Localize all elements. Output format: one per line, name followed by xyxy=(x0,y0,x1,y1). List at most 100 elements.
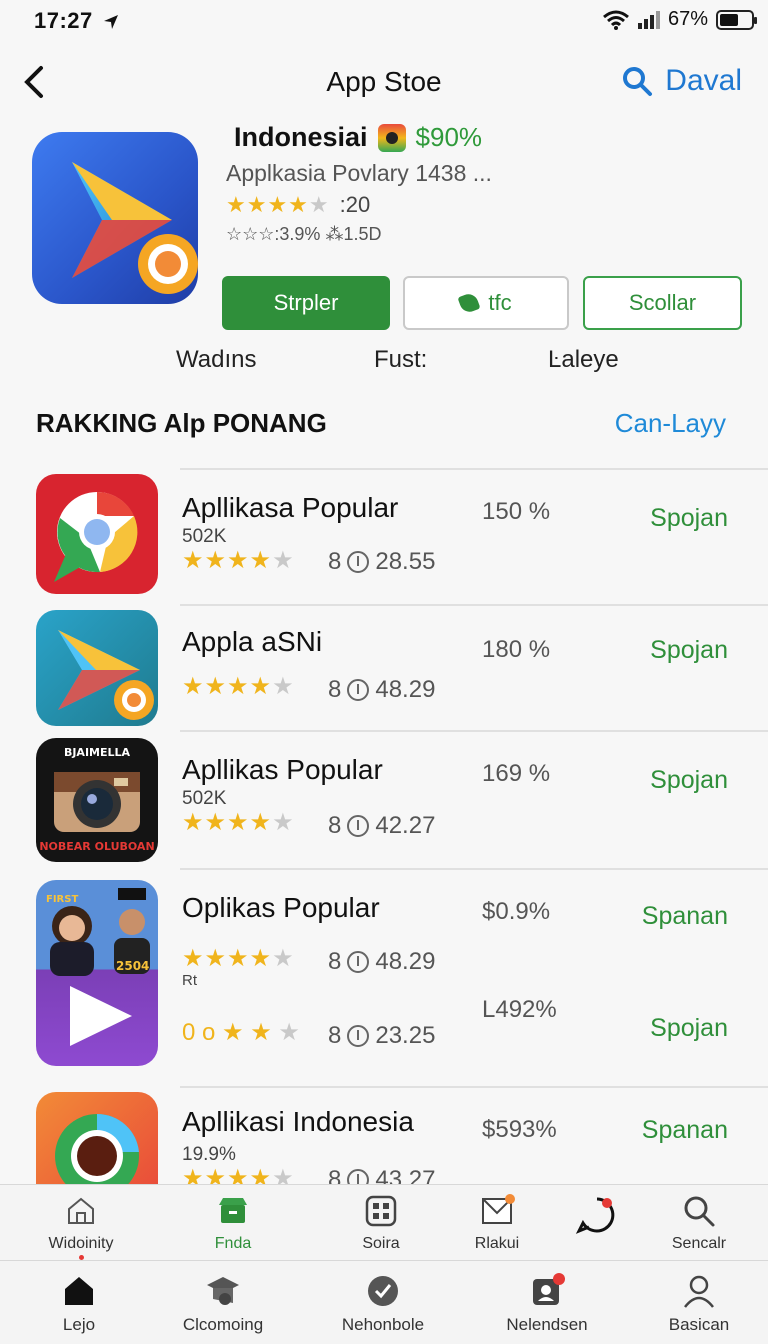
tab-basican[interactable]: Basican xyxy=(634,1273,764,1335)
play-app-icon xyxy=(36,610,158,726)
list-item[interactable]: BJAIMELLA NOBEAR OLUBOAN Apllikas Popular… xyxy=(0,730,768,868)
app-list: Apllikasa Popular 502K ★★★★★ 8 28.55 150 … xyxy=(0,468,768,1184)
signal-icon xyxy=(637,10,660,29)
section-link[interactable]: Can-Layy xyxy=(615,408,726,439)
chrome-app-icon xyxy=(36,1092,158,1184)
clock-icon xyxy=(347,815,370,837)
info-labels: Wadıns Fust: Ŀaleye xyxy=(0,346,768,380)
app-percent: 169 % xyxy=(482,760,551,787)
search-button[interactable]: Daval xyxy=(621,64,742,98)
outline-button[interactable]: Scollar xyxy=(583,276,742,330)
featured-app-meta: ☆☆☆:3.9% ⁂1.5D xyxy=(226,224,382,244)
app-name: Apllikas Popular xyxy=(182,754,383,785)
featured-app-percent: $90% xyxy=(415,122,483,152)
video-app-icon: FIRST 2504 xyxy=(36,880,158,1066)
tab-nelendsen[interactable]: Nelendsen xyxy=(482,1273,612,1335)
status-icons: 67% xyxy=(602,8,757,31)
app-name: Apllikasa Popular xyxy=(182,492,399,523)
location-arrow-icon xyxy=(104,15,119,30)
wifi-icon xyxy=(603,10,629,30)
camera-app-icon: BJAIMELLA NOBEAR OLUBOAN xyxy=(36,738,158,862)
star-rating-icon: ★★★★★ xyxy=(182,547,295,574)
clock-icon xyxy=(347,1025,370,1047)
star-rating-icon: ★★★★★ xyxy=(182,1165,295,1184)
app-score: 8 23.25 xyxy=(328,1022,436,1049)
app-name: Apllikasi Indonesia xyxy=(182,1106,414,1137)
tab-lejo[interactable]: Lejo xyxy=(14,1273,144,1335)
app-score: 8 43.27 xyxy=(328,1166,435,1184)
app-action-button[interactable]: Spojan xyxy=(650,636,728,665)
info-label: Wadıns xyxy=(176,346,257,373)
star-rating-icon: ★★★★★ xyxy=(182,673,295,700)
app-percent: $593% xyxy=(482,1116,557,1143)
icon-caption: NOBEAR OLUBOAN xyxy=(39,840,154,853)
app-score: 8 48.29 xyxy=(328,948,436,975)
traffic-light-icon xyxy=(377,123,406,152)
tab-clcomoing[interactable]: Clcomoing xyxy=(158,1273,288,1335)
list-item[interactable]: Apllikasa Popular 502K ★★★★★ 8 28.55 150 … xyxy=(0,468,768,604)
star-rating-icon: 0 o ★ ★ ★ xyxy=(182,1019,300,1046)
app-action-button[interactable]: Spojan xyxy=(650,766,728,795)
tab-nehonbole[interactable]: Nehonbole xyxy=(318,1273,448,1335)
app-name: Oplikas Popular xyxy=(182,892,380,923)
tab-widoinity[interactable]: Widoinity xyxy=(16,1193,146,1260)
call-button[interactable]: tfc xyxy=(403,276,569,330)
chat-bubble-icon xyxy=(575,1197,615,1234)
app-action-button[interactable]: Spanan xyxy=(642,1116,728,1145)
list-item[interactable]: FIRST 2504 Oplikas Popular ★★★★★ 8 48.29 $… xyxy=(0,868,768,1086)
app-sublabel: Rt xyxy=(182,972,197,989)
tab-soira[interactable]: Soira xyxy=(316,1193,446,1253)
app-name: Appla aSNi xyxy=(182,626,323,657)
verified-badge-icon xyxy=(368,1276,398,1306)
nav-bar: App Stoe Daval xyxy=(0,52,768,114)
tab-sencalr[interactable]: Sencalr xyxy=(634,1193,764,1253)
app-score: 8 28.55 xyxy=(328,548,436,575)
status-bar: 17:27 67% xyxy=(0,0,768,44)
search-icon xyxy=(623,67,653,96)
battery-icon xyxy=(716,9,757,30)
featured-app-rating: ★★★★★ :20 xyxy=(226,192,371,217)
app-downloads: 19.9% xyxy=(182,1144,236,1165)
featured-app-title: Indonesiai $90% xyxy=(234,122,483,152)
app-percent: L492% xyxy=(482,996,557,1023)
secondary-tab-bar: Widoinity Fnda Soira Rlakui Sencalr xyxy=(0,1184,768,1260)
app-action-button[interactable]: Spanan xyxy=(642,902,728,931)
icon-caption: 2504 xyxy=(116,959,149,973)
primary-button[interactable]: Strpler xyxy=(222,276,390,330)
clock-icon xyxy=(347,1169,370,1184)
icon-caption: BJAIMELLA xyxy=(64,746,131,759)
tab-fnda[interactable]: Fnda xyxy=(168,1193,298,1253)
app-percent: 180 % xyxy=(482,636,551,663)
store-icon xyxy=(219,1198,247,1223)
list-item[interactable]: Appla aSNi ★★★★★ 8 48.29 180 % Spojan xyxy=(0,604,768,730)
star-rating-icon: ★★★★★ xyxy=(182,809,295,836)
clock-icon xyxy=(347,679,370,701)
icon-caption: FIRST xyxy=(46,894,78,905)
app-action-button[interactable]: Spojan xyxy=(650,504,728,533)
battery-percent: 67% xyxy=(667,8,708,30)
app-downloads: 502K xyxy=(182,788,227,809)
notification-card-icon xyxy=(533,1273,565,1305)
home-filled-icon xyxy=(65,1277,93,1305)
grid-icon xyxy=(365,1195,397,1227)
star-rating-icon: ★★★★★ xyxy=(182,945,295,972)
search-icon xyxy=(684,1196,715,1227)
star-rating-icon: ★★★★★ xyxy=(226,192,330,217)
app-percent: 150 % xyxy=(482,498,551,525)
clock-icon xyxy=(347,551,370,573)
app-score: 8 42.27 xyxy=(328,812,436,839)
main-tab-bar: Lejo Clcomoing Nehonbole Nelendsen Basic… xyxy=(0,1260,768,1344)
info-label: Ŀaleye xyxy=(548,346,619,373)
home-outline-icon xyxy=(68,1197,94,1224)
person-icon xyxy=(684,1275,714,1308)
chrome-app-icon xyxy=(36,474,158,594)
list-item[interactable]: Apllikasi Indonesia 19.9% ★★★★★ 8 43.27 $… xyxy=(0,1086,768,1184)
featured-app-subtitle: Applkasia Povlary 1438 ... xyxy=(226,160,492,186)
app-action-button[interactable]: Spojan xyxy=(650,1014,728,1043)
search-label: Daval xyxy=(665,64,742,97)
status-time: 17:27 xyxy=(34,8,119,34)
featured-app-icon[interactable] xyxy=(32,132,198,304)
phone-icon xyxy=(457,291,481,315)
app-downloads: 502K xyxy=(182,526,227,547)
app-score: 8 48.29 xyxy=(328,676,436,703)
